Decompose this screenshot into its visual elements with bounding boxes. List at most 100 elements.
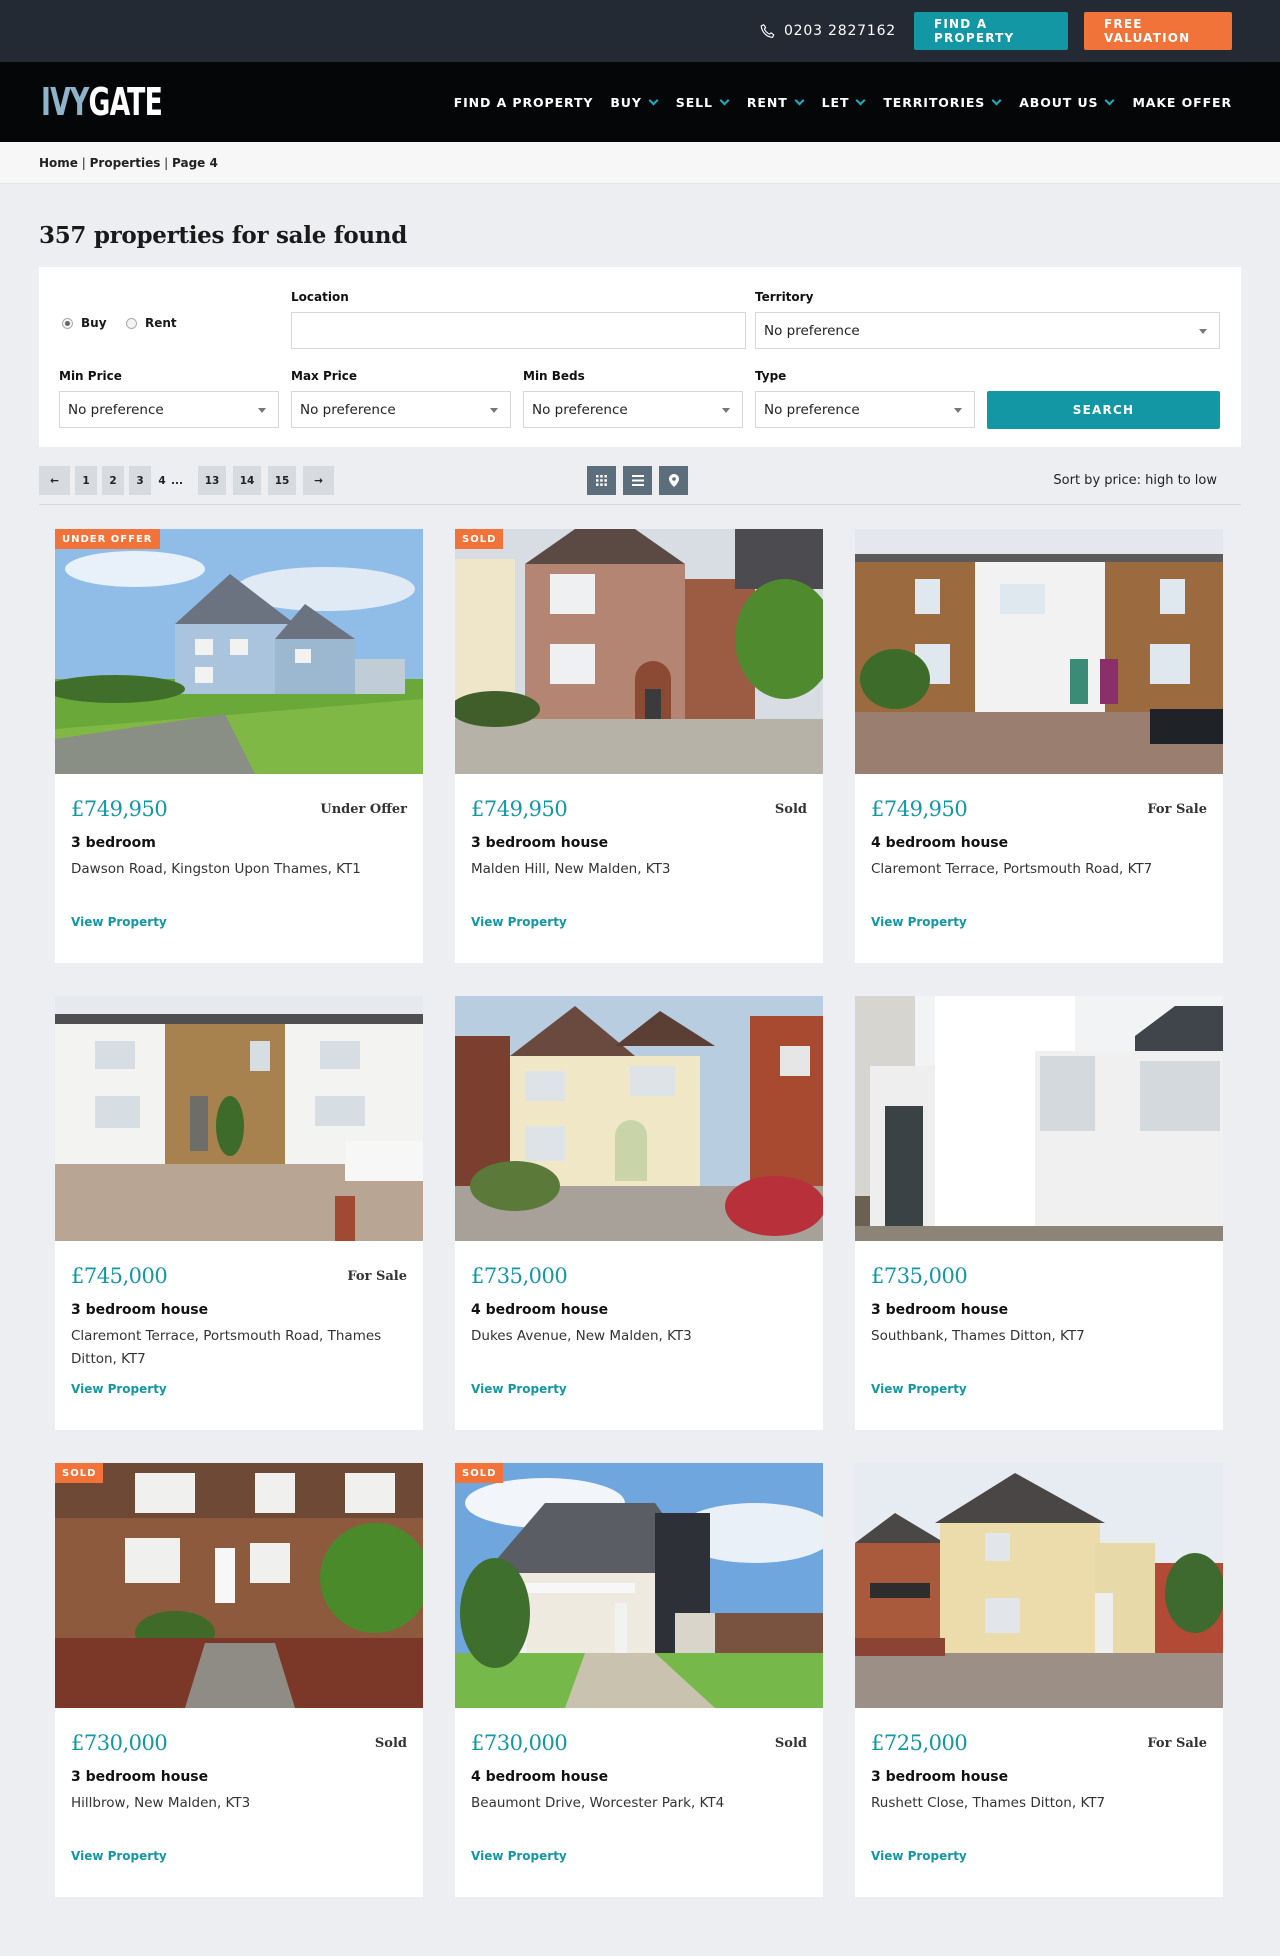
page-15-button[interactable]: 15 bbox=[268, 466, 296, 495]
phone-icon bbox=[760, 23, 775, 38]
property-card[interactable]: £749,950 For Sale 4 bedroom house Clarem… bbox=[855, 529, 1223, 963]
search-button[interactable]: SEARCH bbox=[987, 391, 1220, 429]
property-status: Under Offer bbox=[320, 802, 407, 817]
view-property-link[interactable]: View Property bbox=[71, 1849, 167, 1863]
property-card[interactable]: £745,000 For Sale 3 bedroom house Clarem… bbox=[55, 996, 423, 1430]
property-bedrooms: 3 bedroom house bbox=[71, 1302, 209, 1318]
property-status: Sold bbox=[774, 802, 807, 817]
property-status: Sold bbox=[774, 1736, 807, 1751]
type-select[interactable]: No preference bbox=[755, 391, 975, 428]
breadcrumb-properties[interactable]: Properties bbox=[90, 156, 161, 170]
results-toolbar: ← 1 2 3 4 ... 13 14 15 → Sort by price: … bbox=[39, 447, 1241, 505]
page-2-button[interactable]: 2 bbox=[102, 466, 124, 495]
radio-unchecked-icon bbox=[126, 317, 137, 329]
nav-label: MAKE OFFER bbox=[1132, 94, 1232, 110]
property-photo[interactable]: SOLD bbox=[55, 1463, 423, 1708]
property-grid: UNDER OFFER £749,950 Under Offer 3 bedro… bbox=[39, 505, 1241, 1897]
property-bedrooms: 4 bedroom house bbox=[471, 1769, 609, 1785]
nav-menu: FIND A PROPERTY BUY SELL RENT LET TERRIT… bbox=[454, 95, 1232, 110]
nav-label: SELL bbox=[675, 94, 713, 110]
free-valuation-button[interactable]: FREE VALUATION bbox=[1084, 12, 1232, 50]
logo[interactable]: IVY GATE bbox=[41, 80, 163, 124]
territory-select[interactable]: No preference bbox=[755, 312, 1220, 349]
location-label: Location bbox=[291, 290, 349, 304]
rent-label: Rent bbox=[145, 316, 177, 330]
list-view-button[interactable] bbox=[623, 466, 652, 495]
nav-item-let[interactable]: LET bbox=[822, 95, 867, 110]
nav-item-make-offer[interactable]: MAKE OFFER bbox=[1132, 95, 1232, 110]
property-photo[interactable] bbox=[855, 1463, 1223, 1708]
buy-radio[interactable]: Buy bbox=[62, 316, 107, 330]
chevron-down-icon bbox=[991, 95, 1002, 105]
phone-number[interactable]: 0203 2827162 bbox=[759, 23, 896, 40]
view-property-link[interactable]: View Property bbox=[71, 1382, 167, 1396]
grid-view-button[interactable] bbox=[587, 466, 616, 495]
status-badge: SOLD bbox=[455, 529, 504, 549]
nav-item-buy[interactable]: BUY bbox=[610, 95, 659, 110]
prev-page-button[interactable]: ← bbox=[39, 466, 70, 495]
property-status: For Sale bbox=[1147, 802, 1207, 817]
property-photo[interactable]: SOLD bbox=[455, 529, 823, 774]
max-price-select[interactable]: No preference bbox=[291, 391, 511, 428]
current-page: 4 bbox=[158, 474, 166, 487]
view-property-link[interactable]: View Property bbox=[71, 915, 167, 929]
property-card[interactable]: UNDER OFFER £749,950 Under Offer 3 bedro… bbox=[55, 529, 423, 963]
chevron-down-icon bbox=[855, 95, 866, 105]
view-property-link[interactable]: View Property bbox=[471, 1849, 567, 1863]
property-status: For Sale bbox=[1147, 1736, 1207, 1751]
property-bedrooms: 4 bedroom house bbox=[471, 1302, 609, 1318]
property-price: £749,950 bbox=[71, 797, 168, 821]
property-card[interactable]: SOLD £730,000 Sold 4 bedroom house Beaum… bbox=[455, 1463, 823, 1897]
property-photo[interactable] bbox=[855, 529, 1223, 774]
property-card[interactable]: £735,000 3 bedroom house Southbank, Tham… bbox=[855, 996, 1223, 1430]
min-price-select[interactable]: No preference bbox=[59, 391, 279, 428]
property-address: Southbank, Thames Ditton, KT7 bbox=[871, 1328, 1085, 1344]
property-photo[interactable]: SOLD bbox=[455, 1463, 823, 1708]
page-3-button[interactable]: 3 bbox=[129, 466, 151, 495]
property-bedrooms: 3 bedroom house bbox=[471, 835, 609, 851]
breadcrumb-home[interactable]: Home bbox=[39, 156, 78, 170]
nav-item-rent[interactable]: RENT bbox=[747, 95, 805, 110]
logo-part-gate: GATE bbox=[88, 80, 163, 124]
chevron-down-icon bbox=[794, 95, 805, 105]
nav-label: RENT bbox=[746, 94, 788, 110]
page-14-button[interactable]: 14 bbox=[233, 466, 261, 495]
property-photo[interactable]: UNDER OFFER bbox=[55, 529, 423, 774]
property-card[interactable]: £725,000 For Sale 3 bedroom house Rushet… bbox=[855, 1463, 1223, 1897]
map-view-button[interactable] bbox=[659, 466, 688, 495]
view-property-link[interactable]: View Property bbox=[871, 1382, 967, 1396]
property-price: £745,000 bbox=[71, 1264, 168, 1288]
property-price: £735,000 bbox=[871, 1264, 968, 1288]
view-property-link[interactable]: View Property bbox=[871, 1849, 967, 1863]
view-property-link[interactable]: View Property bbox=[871, 915, 967, 929]
nav-item-territories[interactable]: TERRITORIES bbox=[883, 95, 1002, 110]
nav-item-sell[interactable]: SELL bbox=[676, 95, 730, 110]
page-1-button[interactable]: 1 bbox=[75, 466, 97, 495]
property-card[interactable]: SOLD £749,950 Sold 3 bedroom house Malde… bbox=[455, 529, 823, 963]
view-property-link[interactable]: View Property bbox=[471, 1382, 567, 1396]
location-input[interactable] bbox=[291, 312, 746, 349]
page-13-button[interactable]: 13 bbox=[198, 466, 226, 495]
property-photo[interactable] bbox=[855, 996, 1223, 1241]
view-property-link[interactable]: View Property bbox=[471, 915, 567, 929]
find-property-button[interactable]: FIND A PROPERTY bbox=[914, 12, 1068, 50]
property-photo[interactable] bbox=[455, 996, 823, 1241]
caret-down-icon bbox=[1199, 329, 1207, 334]
property-card[interactable]: SOLD £730,000 Sold 3 bedroom house Hillb… bbox=[55, 1463, 423, 1897]
property-address: Dawson Road, Kingston Upon Thames, KT1 bbox=[71, 861, 361, 877]
nav-item-find-a-property[interactable]: FIND A PROPERTY bbox=[454, 95, 594, 110]
house-photo bbox=[455, 529, 823, 774]
min-beds-select[interactable]: No preference bbox=[523, 391, 743, 428]
property-photo[interactable] bbox=[55, 996, 423, 1241]
house-photo bbox=[855, 529, 1223, 774]
status-badge: UNDER OFFER bbox=[55, 529, 160, 549]
logo-part-ivy: IVY bbox=[41, 80, 89, 124]
max-price-label: Max Price bbox=[291, 369, 358, 383]
rent-radio[interactable]: Rent bbox=[126, 316, 177, 330]
sort-dropdown[interactable]: Sort by price: high to low bbox=[1053, 473, 1217, 488]
max-price-value: No preference bbox=[300, 401, 396, 418]
nav-item-about-us[interactable]: ABOUT US bbox=[1019, 95, 1115, 110]
next-page-button[interactable]: → bbox=[303, 466, 334, 495]
status-badge: SOLD bbox=[55, 1463, 104, 1483]
property-card[interactable]: £735,000 4 bedroom house Dukes Avenue, N… bbox=[455, 996, 823, 1430]
